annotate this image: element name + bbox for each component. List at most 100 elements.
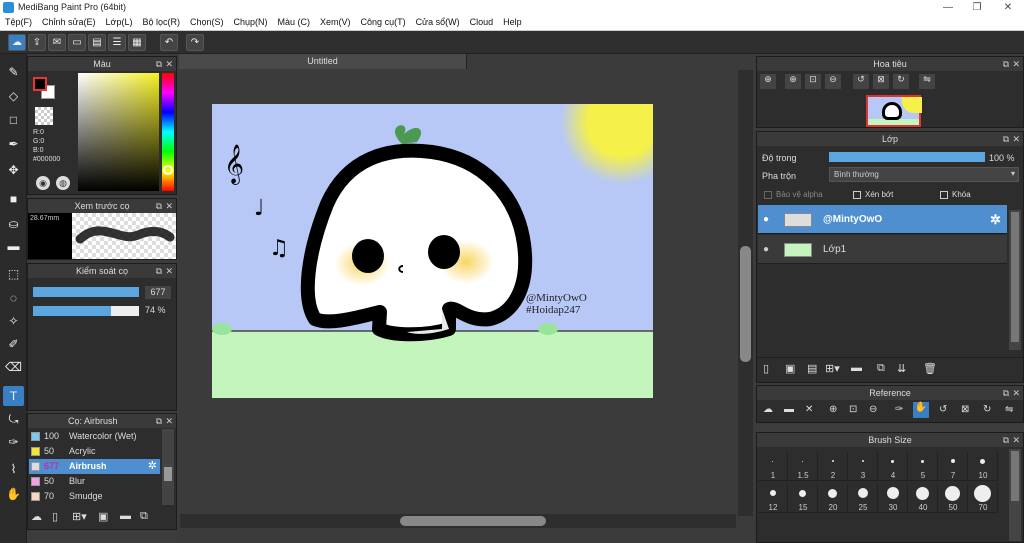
rotate-left-icon[interactable]: ↺ <box>939 404 947 415</box>
eyedropper-icon[interactable]: ✑ <box>3 432 24 452</box>
zoom-out-icon[interactable]: ⊖ <box>825 74 841 89</box>
brush-size-slider[interactable] <box>33 287 139 297</box>
menu-view[interactable]: Xem(V) <box>315 15 356 30</box>
list-icon[interactable]: ☰ <box>108 34 126 51</box>
close-icon[interactable]: ✕ <box>165 264 173 278</box>
float-icon[interactable]: ⧉ <box>1003 132 1009 146</box>
fit-screen-icon[interactable]: ⊡ <box>849 404 857 415</box>
brush-size-option[interactable]: 12 <box>758 483 788 513</box>
close-icon[interactable]: ✕ <box>165 414 173 428</box>
comment-icon[interactable]: ✉ <box>48 34 66 51</box>
layer-opacity-slider[interactable] <box>829 152 985 162</box>
brush-item[interactable]: 50 Acrylic <box>29 444 160 459</box>
merge-down-icon[interactable]: ⇊ <box>897 362 906 375</box>
hand-tool-icon[interactable]: ✋ <box>3 484 24 504</box>
brush-opacity-slider[interactable] <box>33 306 139 316</box>
flip-icon[interactable]: ⇋ <box>919 74 935 89</box>
brush-size-option[interactable]: 20 <box>818 483 848 513</box>
zoom-in-icon[interactable]: ⊕ <box>760 74 776 89</box>
brush-size-option[interactable]: 1.5 <box>788 451 818 481</box>
menu-select[interactable]: Chọn(S) <box>185 15 229 30</box>
new-halftone-layer-icon[interactable]: ▣ <box>785 362 795 375</box>
close-icon[interactable]: ✕ <box>1012 386 1020 400</box>
close-icon[interactable]: ✕ <box>1012 433 1020 447</box>
fill-rect-tool-icon[interactable]: ■ <box>3 189 24 209</box>
brush-size-option[interactable]: 7 <box>938 451 968 481</box>
brush-item[interactable]: 70 Smudge <box>29 489 160 504</box>
fit-screen-icon[interactable]: ⊡ <box>805 74 821 89</box>
add-layer-menu-icon[interactable]: ⊞▾ <box>825 362 840 375</box>
folder-icon[interactable]: ▬ <box>120 510 131 522</box>
visibility-icon[interactable]: ● <box>763 235 769 264</box>
menu-edit[interactable]: Chỉnh sửa(E) <box>37 15 101 30</box>
brush-size-option[interactable]: 10 <box>968 451 998 481</box>
close-icon[interactable]: ✕ <box>165 199 173 213</box>
duplicate-layer-icon[interactable]: ⧉ <box>877 362 885 375</box>
document-tab[interactable]: Untitled <box>179 54 467 69</box>
cloud-icon[interactable]: ☁ <box>8 34 26 51</box>
layer-scroll-thumb[interactable] <box>1011 212 1019 342</box>
rotate-right-icon[interactable]: ↻ <box>893 74 909 89</box>
close-icon[interactable]: ✕ <box>1012 132 1020 146</box>
eyedropper-icon[interactable]: ✑ <box>895 404 903 415</box>
brush-list-scrollbar[interactable] <box>162 429 174 505</box>
brush-size-scroll-thumb[interactable] <box>1011 451 1019 501</box>
cloud-icon[interactable]: ☁ <box>763 404 773 415</box>
add-brush-menu-icon[interactable]: ⊞▾ <box>72 510 87 523</box>
layer-row[interactable]: ● Lớp1 <box>758 235 1007 264</box>
minimize-button[interactable]: — <box>935 1 961 14</box>
brush-list-scroll-thumb[interactable] <box>164 467 172 481</box>
brush-size-value[interactable]: 677 <box>145 286 171 299</box>
canvas-horizontal-thumb[interactable] <box>400 516 546 526</box>
lasso-tool-icon[interactable]: ◌ <box>3 288 24 308</box>
canvas-horizontal-scrollbar[interactable] <box>180 514 736 528</box>
color-pick-icon[interactable]: ⌇ <box>3 459 24 479</box>
brush-size-option[interactable]: 25 <box>848 483 878 513</box>
float-icon[interactable]: ⧉ <box>156 414 162 428</box>
brush-size-scrollbar[interactable] <box>1009 449 1021 541</box>
delete-layer-icon[interactable]: 🗑 <box>923 362 937 375</box>
float-icon[interactable]: ⧉ <box>1003 433 1009 447</box>
menu-snap[interactable]: Chụp(N) <box>229 15 273 30</box>
menu-cloud[interactable]: Cloud <box>465 15 499 30</box>
canvas-vertical-thumb[interactable] <box>740 246 751 362</box>
layer-scrollbar[interactable] <box>1009 210 1021 350</box>
chat-icon[interactable]: ▭ <box>68 34 86 51</box>
document-icon[interactable]: ▤ <box>88 34 106 51</box>
bucket-tool-icon[interactable]: ⛀ <box>3 214 24 234</box>
navigator-thumbnail[interactable] <box>866 95 922 127</box>
close-icon[interactable]: ✕ <box>1012 57 1020 71</box>
folder-icon[interactable]: ▬ <box>851 362 862 374</box>
rotate-right-icon[interactable]: ↻ <box>983 404 991 415</box>
brush-size-option[interactable]: 4 <box>878 451 908 481</box>
magic-wand-icon[interactable]: ✧ <box>3 311 24 331</box>
color-history-icon[interactable]: ◍ <box>56 176 70 190</box>
lock-checkbox[interactable] <box>940 191 948 199</box>
brush-size-option[interactable]: 30 <box>878 483 908 513</box>
brush-item[interactable]: 50 Blur <box>29 474 160 489</box>
brush-item-selected[interactable]: 677 Airbrush ✲ <box>29 459 160 474</box>
grid-icon[interactable]: ▦ <box>128 34 146 51</box>
eraser-tool-icon[interactable]: ◇ <box>3 86 24 106</box>
brush-size-option[interactable]: 15 <box>788 483 818 513</box>
brush-size-option[interactable]: 70 <box>968 483 998 513</box>
close-reference-icon[interactable]: ✕ <box>805 404 813 415</box>
visibility-icon[interactable]: ● <box>763 205 769 234</box>
menu-layer[interactable]: Lớp(L) <box>101 15 138 30</box>
move-tool-icon[interactable]: ✥ <box>3 160 24 180</box>
pen-tool-icon[interactable]: ✒ <box>3 134 24 154</box>
brush-size-option[interactable]: 50 <box>938 483 968 513</box>
zoom-out-icon[interactable]: ⊖ <box>869 404 877 415</box>
brush-item[interactable]: 100 Watercolor (Wet) <box>29 429 160 444</box>
menu-window[interactable]: Cửa sổ(W) <box>411 15 465 30</box>
brush-settings-icon[interactable]: ▣ <box>98 510 108 523</box>
menu-color[interactable]: Màu (C) <box>273 15 316 30</box>
restore-button[interactable]: ❐ <box>964 1 990 14</box>
duplicate-icon[interactable]: ⧉ <box>140 510 148 523</box>
redo-icon[interactable]: ↷ <box>186 34 204 51</box>
brush-size-option[interactable]: 40 <box>908 483 938 513</box>
undo-icon[interactable]: ↶ <box>160 34 178 51</box>
blend-mode-select[interactable]: Bình thường ▾ <box>829 167 1019 182</box>
palette-icon[interactable]: ◉ <box>36 176 50 190</box>
menu-help[interactable]: Help <box>498 15 527 30</box>
